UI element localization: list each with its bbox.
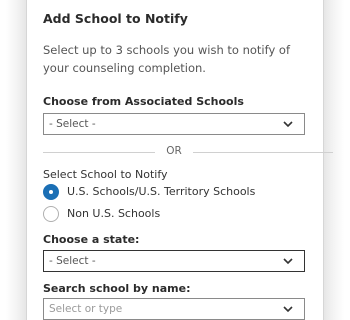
search-school-label: Search school by name: [43,282,191,295]
screen: Add School to Notify Select up to 3 scho… [0,0,350,320]
state-select-value: - Select - [49,255,96,267]
radio-checked-icon[interactable] [43,184,59,200]
radio-us-schools-label: U.S. Schools/U.S. Territory Schools [67,185,256,198]
state-select[interactable]: - Select - [43,250,305,272]
panel-description: Select up to 3 schools you wish to notif… [43,43,291,75]
chevron-down-icon [283,121,293,128]
chevron-down-icon [283,306,293,313]
search-school-combobox[interactable]: Select or type [43,298,305,320]
search-school-placeholder: Select or type [49,303,123,315]
add-school-panel: Add School to Notify Select up to 3 scho… [26,0,333,320]
associated-schools-label: Choose from Associated Schools [43,95,244,108]
chevron-down-icon [283,258,293,265]
or-text: OR [166,145,182,157]
background-shadow-left [6,0,26,320]
state-label: Choose a state: [43,233,140,246]
school-type-label: Select School to Notify [43,168,168,181]
radio-non-us-schools-label: Non U.S. Schools [67,207,161,220]
panel-title: Add School to Notify [43,11,188,26]
associated-schools-select[interactable]: - Select - [43,113,305,135]
radio-unchecked-icon[interactable] [43,206,59,222]
or-divider: OR [43,145,333,159]
associated-schools-select-value: - Select - [49,118,96,130]
background-shadow-right [324,0,344,320]
